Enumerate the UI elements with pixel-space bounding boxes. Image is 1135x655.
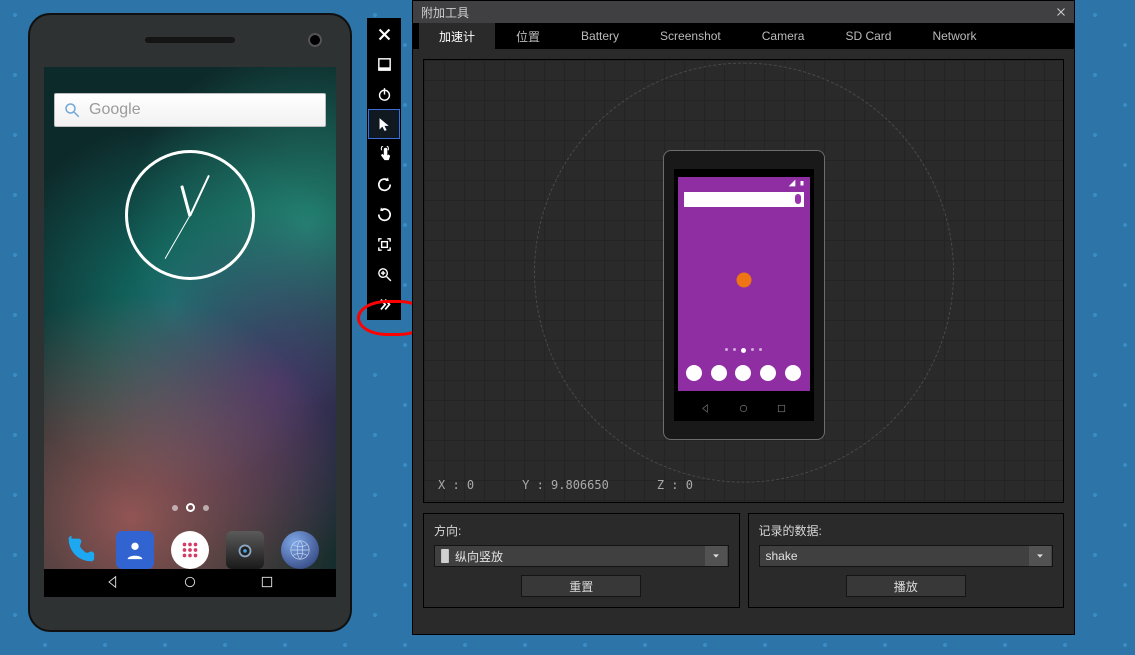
orientation-dropdown[interactable]: 纵向竖放 [434,545,729,567]
zoom-in-button[interactable] [368,259,400,289]
mini-battery-icon [799,179,805,187]
rotate-cw-button[interactable] [368,199,400,229]
extras-panel: 附加工具 加速计 位置 Battery Screenshot Camera SD… [412,0,1075,635]
tab-screenshot[interactable]: Screenshot [640,23,742,49]
rotate-ccw-button[interactable] [368,169,400,199]
dropdown-toggle[interactable] [1029,546,1051,566]
front-camera [308,33,322,47]
minimize-button[interactable] [368,49,400,79]
clock-hour-hand [180,185,191,217]
coord-y: Y : 9.806650 [522,478,609,492]
mini-dock [678,365,810,381]
browser-app[interactable] [281,531,319,569]
mini-back-icon [700,403,711,414]
home-page-indicator [44,505,336,511]
expand-extras-button[interactable] [368,289,400,319]
clock-minute-hand [189,175,210,217]
panel-title-text: 附加工具 [421,4,469,21]
phone-screen[interactable]: 9:28 Google [44,67,336,597]
nav-back-button[interactable] [105,574,121,593]
orientation-label: 方向: [434,522,729,539]
record-dropdown[interactable]: shake [759,545,1054,567]
mini-search-bar [684,192,804,207]
accelerometer-viewport[interactable]: X : 0 Y : 9.806650 Z : 0 [423,59,1064,503]
app-dock [44,531,336,569]
mini-page-indicator [678,348,810,353]
mini-phone-screen [674,169,814,421]
coordinate-readout: X : 0 Y : 9.806650 Z : 0 [438,478,693,492]
orientation-value: 纵向竖放 [455,548,503,565]
mini-center-dot-icon [736,272,751,287]
phone-app[interactable] [61,531,99,569]
fit-screen-button[interactable] [368,229,400,259]
mini-phone-preview[interactable] [663,150,825,440]
mini-wallpaper [678,177,810,391]
play-button[interactable]: 播放 [846,575,966,597]
mini-mic-icon [795,194,801,204]
coord-x: X : 0 [438,478,474,492]
tab-location[interactable]: 位置 [496,23,561,49]
panel-tabs: 加速计 位置 Battery Screenshot Camera SD Card… [413,23,1074,49]
orientation-group: 方向: 纵向竖放 重置 [423,513,740,608]
nav-recent-button[interactable] [259,574,275,593]
mini-home-icon [738,403,749,414]
reset-button[interactable]: 重置 [521,575,641,597]
power-button[interactable] [368,79,400,109]
coord-z: Z : 0 [657,478,693,492]
clock-second-hand [165,215,191,259]
google-search-widget[interactable]: Google [54,93,326,127]
camera-app[interactable] [226,531,264,569]
emulator-toolbar [367,18,401,320]
tab-sdcard[interactable]: SD Card [825,23,912,49]
touch-mode-button[interactable] [368,139,400,169]
record-value: shake [766,549,798,563]
tab-network[interactable]: Network [912,23,997,49]
tab-accelerometer[interactable]: 加速计 [419,23,496,49]
mini-signal-icon [788,179,796,187]
record-label: 记录的数据: [759,522,1054,539]
tab-battery[interactable]: Battery [561,23,640,49]
cursor-mode-button[interactable] [368,109,400,139]
search-placeholder: Google [89,101,141,119]
nav-home-button[interactable] [182,574,198,593]
chevron-down-icon [711,551,721,561]
chevron-down-icon [1035,551,1045,561]
tab-camera[interactable]: Camera [742,23,826,49]
phone-portrait-icon [441,549,449,563]
phone-speaker [145,37,235,43]
mini-nav-bar [674,396,814,421]
wallpaper [44,67,336,597]
record-group: 记录的数据: shake 播放 [748,513,1065,608]
analog-clock-widget[interactable] [125,150,255,280]
dropdown-toggle[interactable] [705,546,727,566]
panel-titlebar[interactable]: 附加工具 [413,1,1074,23]
close-button[interactable] [368,19,400,49]
app-drawer-button[interactable] [171,531,209,569]
android-nav-bar [44,569,336,597]
contacts-app[interactable] [116,531,154,569]
emulator-phone-frame: 9:28 Google [30,15,350,630]
mini-recent-icon [776,403,787,414]
panel-close-button[interactable] [1052,3,1070,21]
mini-status-bar [788,179,805,187]
close-icon [1055,6,1067,18]
search-icon [63,101,81,119]
